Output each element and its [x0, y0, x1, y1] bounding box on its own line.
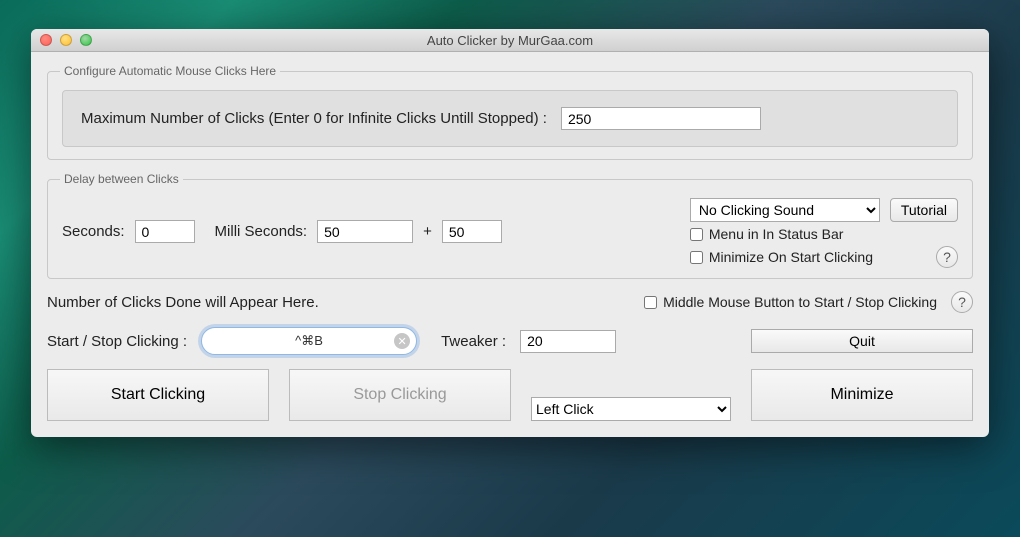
minimize-icon[interactable]	[60, 34, 72, 46]
ms2-input[interactable]	[442, 220, 502, 243]
start-clicking-button[interactable]: Start Clicking	[47, 369, 269, 421]
traffic-lights	[31, 34, 92, 46]
bottom-row: Start Clicking Stop Clicking Left Click …	[47, 369, 973, 421]
hotkey-input[interactable]: ^⌘B ✕	[201, 327, 417, 355]
minimize-start-checkbox[interactable]	[690, 251, 703, 264]
ms-label: Milli Seconds:	[215, 223, 308, 240]
ms1-input[interactable]	[317, 220, 413, 243]
menu-status-checkbox[interactable]	[690, 228, 703, 241]
max-clicks-label: Maximum Number of Clicks (Enter 0 for In…	[81, 110, 547, 127]
middle-mouse-row[interactable]: Middle Mouse Button to Start / Stop Clic…	[644, 294, 937, 310]
delay-right-col: No Clicking Sound Tutorial Menu in In St…	[690, 198, 958, 268]
quit-button[interactable]: Quit	[751, 329, 973, 353]
seconds-input[interactable]	[135, 220, 195, 243]
config-legend: Configure Automatic Mouse Clicks Here	[60, 64, 280, 78]
clicks-done-label: Number of Clicks Done will Appear Here.	[47, 294, 319, 311]
sound-select[interactable]: No Clicking Sound	[690, 198, 880, 222]
help-icon[interactable]: ?	[951, 291, 973, 313]
middle-mouse-label: Middle Mouse Button to Start / Stop Clic…	[663, 294, 937, 310]
clear-icon[interactable]: ✕	[394, 333, 410, 349]
seconds-label: Seconds:	[62, 223, 125, 240]
menu-status-row[interactable]: Menu in In Status Bar	[690, 226, 958, 242]
click-type-select[interactable]: Left Click	[531, 397, 731, 421]
hotkey-row: Start / Stop Clicking : ^⌘B ✕ Tweaker : …	[47, 327, 973, 355]
hotkey-label: Start / Stop Clicking :	[47, 333, 187, 350]
zoom-icon[interactable]	[80, 34, 92, 46]
titlebar: Auto Clicker by MurGaa.com	[31, 29, 989, 52]
status-row: Number of Clicks Done will Appear Here. …	[47, 291, 973, 313]
hotkey-value: ^⌘B	[295, 333, 323, 349]
minimize-button[interactable]: Minimize	[751, 369, 973, 421]
config-group: Configure Automatic Mouse Clicks Here Ma…	[47, 64, 973, 160]
tweaker-input[interactable]	[520, 330, 616, 353]
window-content: Configure Automatic Mouse Clicks Here Ma…	[31, 52, 989, 437]
window-title: Auto Clicker by MurGaa.com	[31, 33, 989, 48]
plus-label: +	[423, 223, 432, 240]
close-icon[interactable]	[40, 34, 52, 46]
delay-group: Delay between Clicks Seconds: Milli Seco…	[47, 172, 973, 279]
app-window: Auto Clicker by MurGaa.com Configure Aut…	[31, 29, 989, 437]
delay-legend: Delay between Clicks	[60, 172, 183, 186]
tutorial-button[interactable]: Tutorial	[890, 198, 958, 222]
help-icon[interactable]: ?	[936, 246, 958, 268]
stop-clicking-button[interactable]: Stop Clicking	[289, 369, 511, 421]
minimize-start-label: Minimize On Start Clicking	[709, 249, 873, 265]
middle-mouse-checkbox[interactable]	[644, 296, 657, 309]
max-clicks-input[interactable]	[561, 107, 761, 130]
delay-inputs: Seconds: Milli Seconds: +	[62, 198, 502, 243]
tweaker-label: Tweaker :	[441, 333, 506, 350]
menu-status-label: Menu in In Status Bar	[709, 226, 844, 242]
max-clicks-row: Maximum Number of Clicks (Enter 0 for In…	[62, 90, 958, 147]
